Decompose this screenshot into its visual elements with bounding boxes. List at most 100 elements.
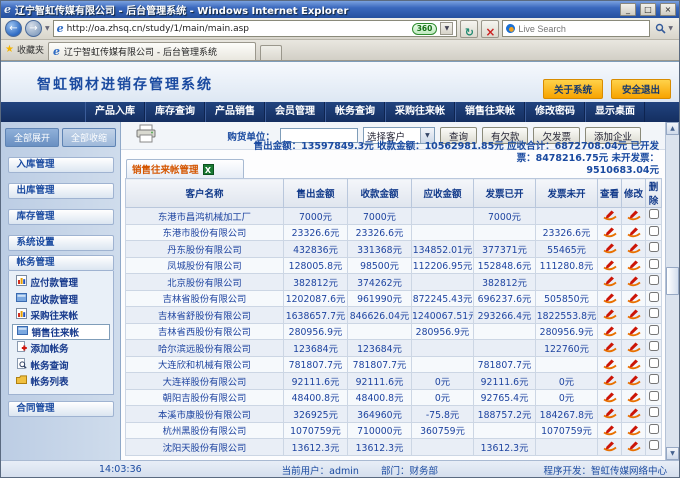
view-icon[interactable] [598,373,622,390]
sales-accounts-tab[interactable]: 销售往来帐管理 X [126,159,244,178]
nav-item-修改密码[interactable]: 修改密码 [525,102,585,122]
view-icon[interactable] [598,290,622,307]
search-options-icon[interactable]: ▼ [668,25,673,32]
view-icon[interactable] [598,241,622,258]
delete-checkbox[interactable] [649,275,659,285]
nav-item-产品销售[interactable]: 产品销售 [205,102,265,122]
edit-icon[interactable] [622,356,646,373]
nav-item-库存查询[interactable]: 库存查询 [145,102,205,122]
edit-icon[interactable] [622,340,646,357]
status-department: 部门：财务部 [381,463,438,477]
magnifier-icon[interactable] [655,23,666,34]
nav-item-显示桌面[interactable]: 显示桌面 [585,102,645,122]
sidebar-item-销售往来帐[interactable]: 销售往来帐 [12,324,110,341]
edit-icon[interactable] [622,307,646,324]
url-field[interactable]: e http://oa.zhsq.cn/study/1/main/main.as… [53,20,458,37]
view-icon[interactable] [598,208,622,225]
view-icon[interactable] [598,356,622,373]
restore-button[interactable]: □ [640,3,656,16]
view-icon[interactable] [598,307,622,324]
delete-checkbox[interactable] [649,226,659,236]
view-icon[interactable] [598,389,622,406]
sidebar-section-出库管理[interactable]: 出库管理 [8,183,114,199]
sidebar-item-应付款管理[interactable]: 应付款管理 [12,274,110,291]
edit-icon[interactable] [622,274,646,291]
new-tab-stub[interactable] [260,45,282,60]
delete-checkbox[interactable] [649,374,659,384]
nav-item-采购往来帐[interactable]: 采购往来帐 [385,102,455,122]
column-header-删除: 删除 [646,179,662,208]
collapse-all-button[interactable]: 全部收缩 [62,128,116,147]
view-icon[interactable] [598,257,622,274]
close-button[interactable]: × [660,3,676,16]
about-system-button[interactable]: 关于系统 [543,79,603,99]
back-button[interactable]: ← [5,20,22,37]
printer-icon[interactable] [135,124,157,147]
sidebar-item-应收款管理[interactable]: 应收款管理 [12,291,110,308]
sidebar-section-contract[interactable]: 合同管理 [8,401,114,417]
forward-button[interactable]: → [25,20,42,37]
edit-icon[interactable] [622,406,646,423]
sidebar-item-帐务查询[interactable]: 帐务查询 [12,357,110,374]
edit-icon[interactable] [622,422,646,439]
nav-item-产品入库[interactable]: 产品入库 [85,102,145,122]
edit-icon[interactable] [622,373,646,390]
delete-checkbox[interactable] [649,341,659,351]
search-input[interactable] [518,24,646,34]
minimize-button[interactable]: _ [620,3,636,16]
delete-checkbox[interactable] [649,292,659,302]
history-dropdown-icon[interactable]: ▼ [45,25,50,32]
scrollbar-thumb[interactable] [666,267,679,295]
edit-icon[interactable] [622,323,646,340]
delete-checkbox[interactable] [649,259,659,269]
view-icon[interactable] [598,224,622,241]
url-dropdown-icon[interactable]: ▼ [440,22,453,35]
stop-button[interactable]: × [481,20,499,38]
edit-icon[interactable] [622,257,646,274]
delete-checkbox[interactable] [649,325,659,335]
edit-icon[interactable] [622,439,646,456]
edit-icon[interactable] [622,241,646,258]
delete-checkbox[interactable] [649,242,659,252]
search-box[interactable] [502,20,650,37]
sidebar-section-accounts[interactable]: 帐务管理 [8,255,114,271]
view-icon[interactable] [598,406,622,423]
nav-item-销售往来帐[interactable]: 销售往来帐 [455,102,525,122]
view-icon[interactable] [598,323,622,340]
favorites-button[interactable]: ★ 收藏夹 [5,43,44,60]
refresh-button[interactable]: ↻ [460,20,478,38]
edit-icon[interactable] [622,389,646,406]
delete-checkbox[interactable] [649,391,659,401]
scroll-up-icon[interactable]: ▲ [666,122,679,135]
browser-tab[interactable]: e 辽宁智虹传媒有限公司 - 后台管理系统 [48,42,256,60]
delete-checkbox[interactable] [649,308,659,318]
view-icon[interactable] [598,274,622,291]
edit-icon[interactable] [622,224,646,241]
view-icon[interactable] [598,422,622,439]
sidebar-item-添加帐务[interactable]: 添加帐务 [12,340,110,357]
sidebar-item-采购往来帐[interactable]: 采购往来帐 [12,307,110,324]
sidebar-item-帐务列表[interactable]: 帐务列表 [12,373,110,390]
360-badge[interactable]: 360 [412,23,438,35]
edit-icon[interactable] [622,208,646,225]
excel-export-icon[interactable]: X [203,164,214,175]
delete-checkbox[interactable] [649,424,659,434]
view-icon[interactable] [598,340,622,357]
sidebar-section-系统设置[interactable]: 系统设置 [8,235,114,251]
scroll-down-icon[interactable]: ▼ [666,447,679,460]
nav-item-帐务查询[interactable]: 帐务查询 [325,102,385,122]
search-go-zone[interactable]: ▼ [653,23,675,34]
delete-checkbox[interactable] [649,209,659,219]
sidebar-section-库存管理[interactable]: 库存管理 [8,209,114,225]
nav-item-会员管理[interactable]: 会员管理 [265,102,325,122]
view-icon[interactable] [598,439,622,456]
vertical-scrollbar[interactable]: ▲ ▼ [665,122,679,460]
delete-checkbox[interactable] [649,358,659,368]
safe-logout-button[interactable]: 安全退出 [611,79,671,99]
delete-checkbox[interactable] [649,407,659,417]
delete-checkbox[interactable] [649,440,659,450]
edit-icon[interactable] [622,290,646,307]
expand-all-button[interactable]: 全部展开 [5,128,59,147]
url-text[interactable]: http://oa.zhsq.cn/study/1/main/main.asp [67,24,409,34]
sidebar-section-入库管理[interactable]: 入库管理 [8,157,114,173]
